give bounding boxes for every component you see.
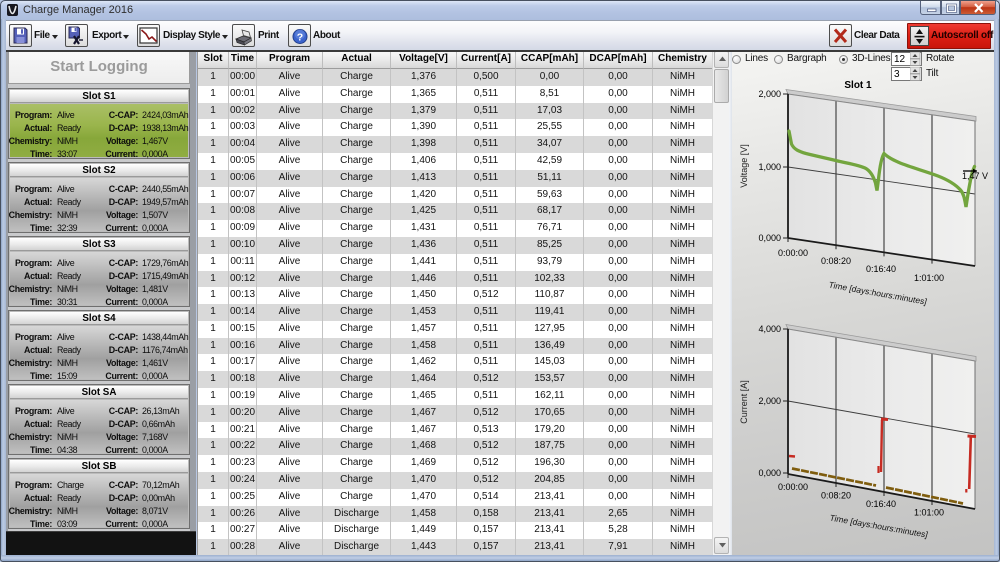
svg-text:Time [days:hours:minutes]: Time [days:hours:minutes] (828, 280, 929, 307)
svg-text:1:01:00: 1:01:00 (914, 508, 944, 518)
svg-text:1,47 V: 1,47 V (962, 171, 988, 181)
svg-text:0,000: 0,000 (758, 468, 781, 478)
svg-text:0:08:20: 0:08:20 (821, 256, 851, 266)
svg-text:1:01:00: 1:01:00 (914, 273, 944, 283)
svg-text:1,000: 1,000 (758, 162, 781, 172)
svg-text:2,000: 2,000 (758, 396, 781, 406)
svg-text:0:16:40: 0:16:40 (866, 264, 896, 274)
svg-text:0:16:40: 0:16:40 (866, 499, 896, 509)
svg-text:0,000: 0,000 (758, 233, 781, 243)
svg-text:Voltage [V]: Voltage [V] (739, 144, 749, 188)
svg-text:Slot 1: Slot 1 (844, 80, 872, 91)
svg-text:?: ? (297, 32, 303, 44)
svg-text:4,000: 4,000 (758, 324, 781, 334)
svg-text:0:00:00: 0:00:00 (778, 248, 808, 258)
svg-text:2,000: 2,000 (758, 89, 781, 99)
svg-text:Current [A]: Current [A] (739, 380, 749, 424)
svg-text:0:08:20: 0:08:20 (821, 491, 851, 501)
svg-text:0:00:00: 0:00:00 (778, 482, 808, 492)
